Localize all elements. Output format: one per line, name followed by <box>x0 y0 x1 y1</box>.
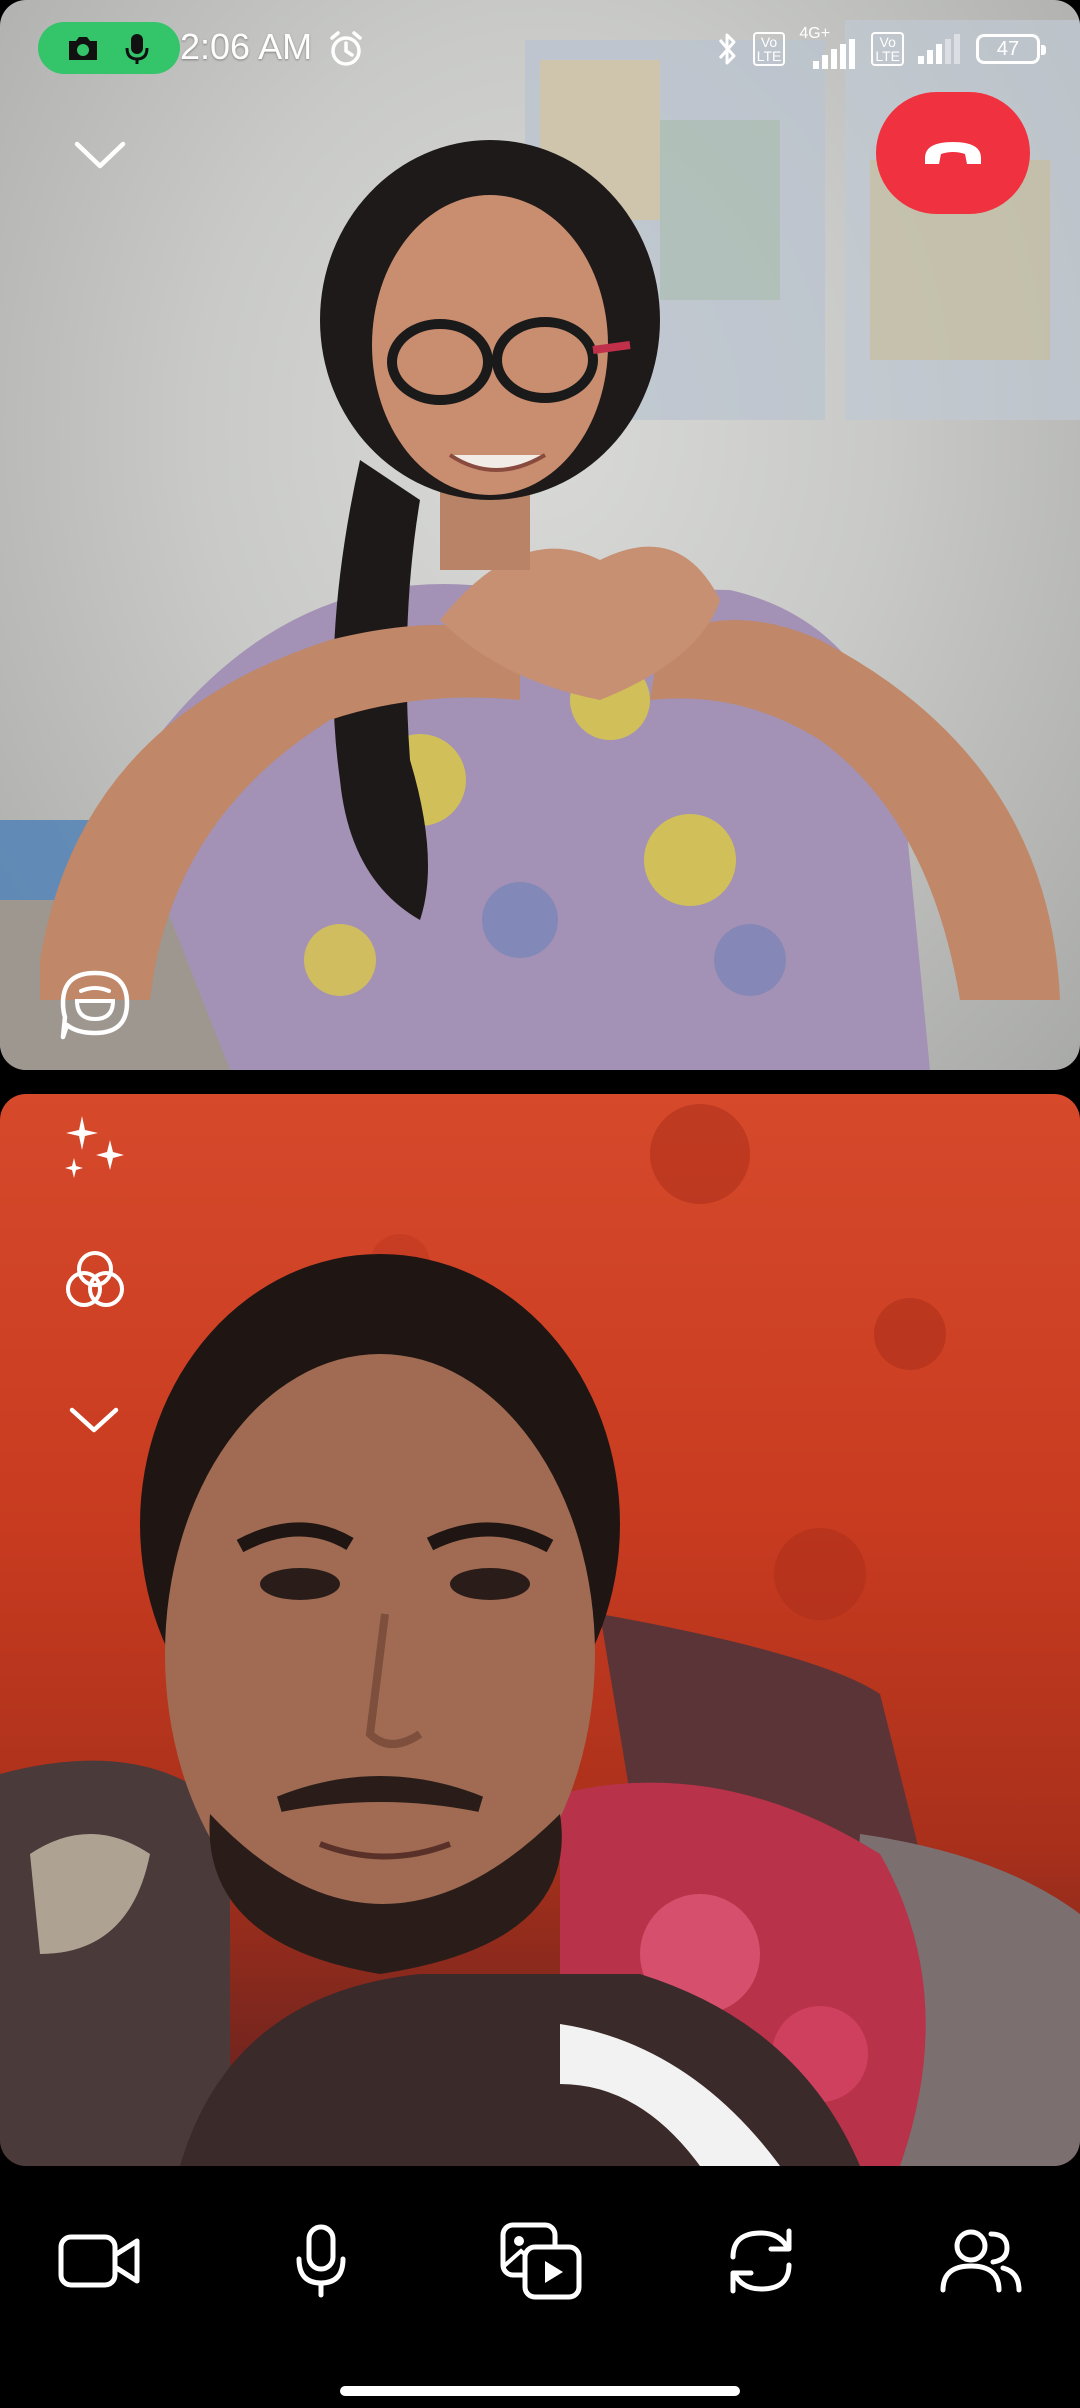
signal-icon-2 <box>918 34 960 64</box>
switch-camera-icon <box>730 2228 792 2294</box>
volte-badge: Vo LTE <box>752 32 786 66</box>
media-share-icon <box>500 2222 582 2300</box>
microphone-icon <box>125 34 149 64</box>
battery-level: 47 <box>996 37 1020 60</box>
battery-icon: 47 <box>976 34 1046 64</box>
camera-icon <box>69 37 97 60</box>
captions-button[interactable] <box>50 960 140 1050</box>
sparkles-icon <box>65 1116 124 1178</box>
toggle-video-button[interactable] <box>44 2206 154 2316</box>
participants-icon <box>940 2229 1022 2293</box>
alarm-icon <box>330 31 362 66</box>
chevron-down-icon <box>69 1407 119 1433</box>
filters-button[interactable] <box>50 1240 140 1320</box>
self-video-tile[interactable] <box>0 1094 1080 2166</box>
minimize-call-button[interactable] <box>60 120 140 190</box>
signal-group-1: 4G+ <box>799 25 857 69</box>
share-media-button[interactable] <box>486 2206 596 2316</box>
hang-up-icon <box>925 142 981 164</box>
bluetooth-icon <box>718 33 736 65</box>
end-call-button[interactable] <box>876 92 1030 214</box>
system-icons: Vo LTE 4G+ Vo LTE 47 <box>717 25 1046 72</box>
volte-badge-2: Vo LTE <box>871 32 904 66</box>
effects-button[interactable] <box>50 1106 140 1186</box>
home-indicator[interactable] <box>340 2386 740 2396</box>
status-time: 2:06 AM <box>180 26 313 67</box>
filters-icon <box>66 1251 124 1307</box>
call-controls-bar <box>0 2166 1080 2408</box>
caption-icon <box>60 970 130 1040</box>
video-camera-icon <box>58 2234 140 2288</box>
toggle-mic-button[interactable] <box>266 2206 376 2316</box>
self-camera-preview <box>0 1104 1080 2166</box>
switch-camera-button[interactable] <box>706 2206 816 2316</box>
participants-button[interactable] <box>926 2206 1036 2316</box>
signal-icon <box>813 39 856 69</box>
status-bar: 2:06 AM Vo LTE 4G+ Vo LTE 47 <box>0 0 1080 100</box>
microphone-icon <box>296 2224 346 2298</box>
recording-indicator <box>38 22 180 74</box>
collapse-effects-button[interactable] <box>54 1380 134 1460</box>
chevron-down-icon <box>74 141 126 169</box>
